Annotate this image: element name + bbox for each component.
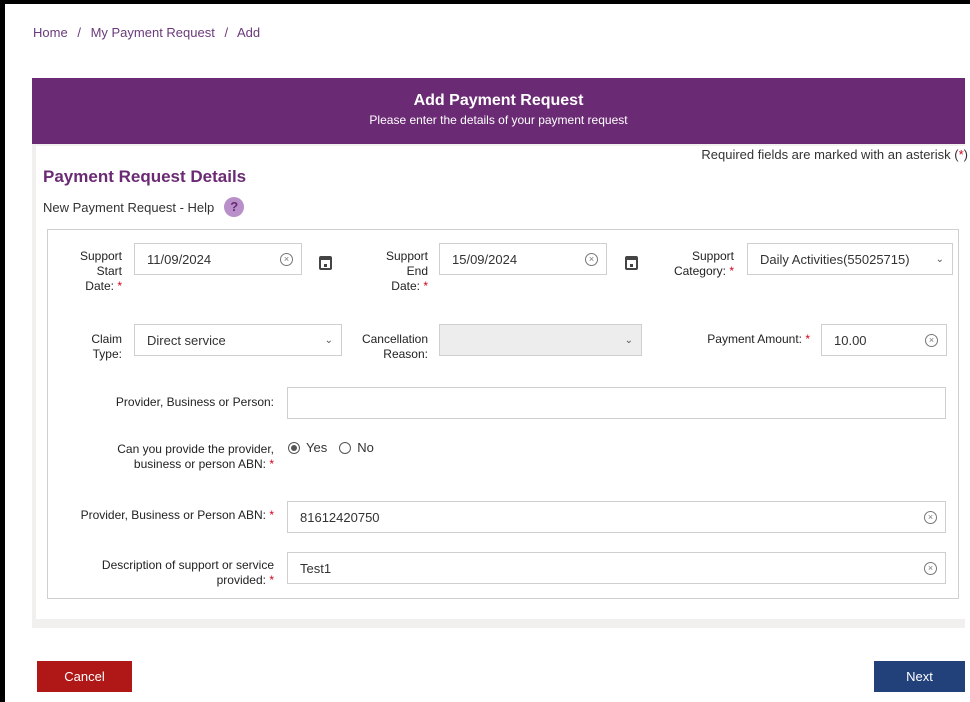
cancel-button[interactable]: Cancel [37,661,132,692]
start-date-input[interactable]: 11/09/2024 × [134,243,302,275]
page-title: Add Payment Request [413,92,584,109]
category-label: Support Category: * [673,249,734,278]
clear-icon[interactable]: × [585,253,598,266]
provider-label: Provider, Business or Person: [115,395,274,409]
end-date-input[interactable]: 15/09/2024 × [439,243,607,275]
next-button[interactable]: Next [874,661,965,692]
payment-amount-label: Payment Amount: * [707,332,810,346]
help-icon[interactable]: ? [224,197,245,217]
page-header: Add Payment Request Please enter the det… [32,78,965,144]
breadcrumb: Home / My Payment Request / Add [33,25,266,40]
calendar-icon[interactable] [625,256,638,270]
breadcrumb-separator: / [224,25,229,40]
start-date-label: Support Start Date: * [79,249,122,293]
cancellation-reason-select[interactable]: ⌄ [439,324,642,356]
section-title: Payment Request Details [43,167,247,186]
clear-icon[interactable]: × [925,334,938,347]
radio-yes[interactable] [288,441,300,454]
abn-input[interactable]: 81612420750 × [287,501,946,533]
description-input[interactable]: Test1 × [287,552,946,584]
chevron-down-icon: ⌄ [324,335,333,346]
breadcrumb-my-payment-request[interactable]: My Payment Request [91,25,215,40]
clear-icon[interactable]: × [924,562,937,575]
radio-yes-label[interactable]: Yes [306,440,327,455]
chevron-down-icon: ⌄ [935,254,944,265]
description-label: Description of support or service provid… [101,558,274,587]
breadcrumb-add: Add [237,25,261,40]
radio-no[interactable] [339,441,352,454]
help-line: New Payment Request - Help ? [43,197,245,217]
clear-icon[interactable]: × [924,511,937,524]
provider-input[interactable] [287,387,946,419]
cancellation-reason-label: Cancellation Reason: [361,332,428,361]
breadcrumb-home[interactable]: Home [33,25,68,40]
claim-type-label: Claim Type: [91,332,122,361]
chevron-down-icon: ⌄ [624,335,633,346]
breadcrumb-separator: / [77,25,81,40]
page-subtitle: Please enter the details of your payment… [369,113,628,127]
category-select[interactable]: Daily Activities(55025715) ⌄ [747,243,953,275]
abn-label: Provider, Business or Person ABN: * [80,508,274,522]
abn-radio-group: Yes No [288,440,374,455]
required-note: Required fields are marked with an aster… [701,147,968,162]
calendar-icon[interactable] [319,256,332,270]
clear-icon[interactable]: × [280,253,293,266]
end-date-label: Support End Date: * [385,249,428,293]
payment-amount-input[interactable]: 10.00 × [821,324,947,356]
claim-type-select[interactable]: Direct service ⌄ [134,324,342,356]
abn-question-label: Can you provide the provider, business o… [117,442,274,471]
radio-no-label[interactable]: No [357,440,374,455]
help-text: New Payment Request - Help [43,199,215,215]
